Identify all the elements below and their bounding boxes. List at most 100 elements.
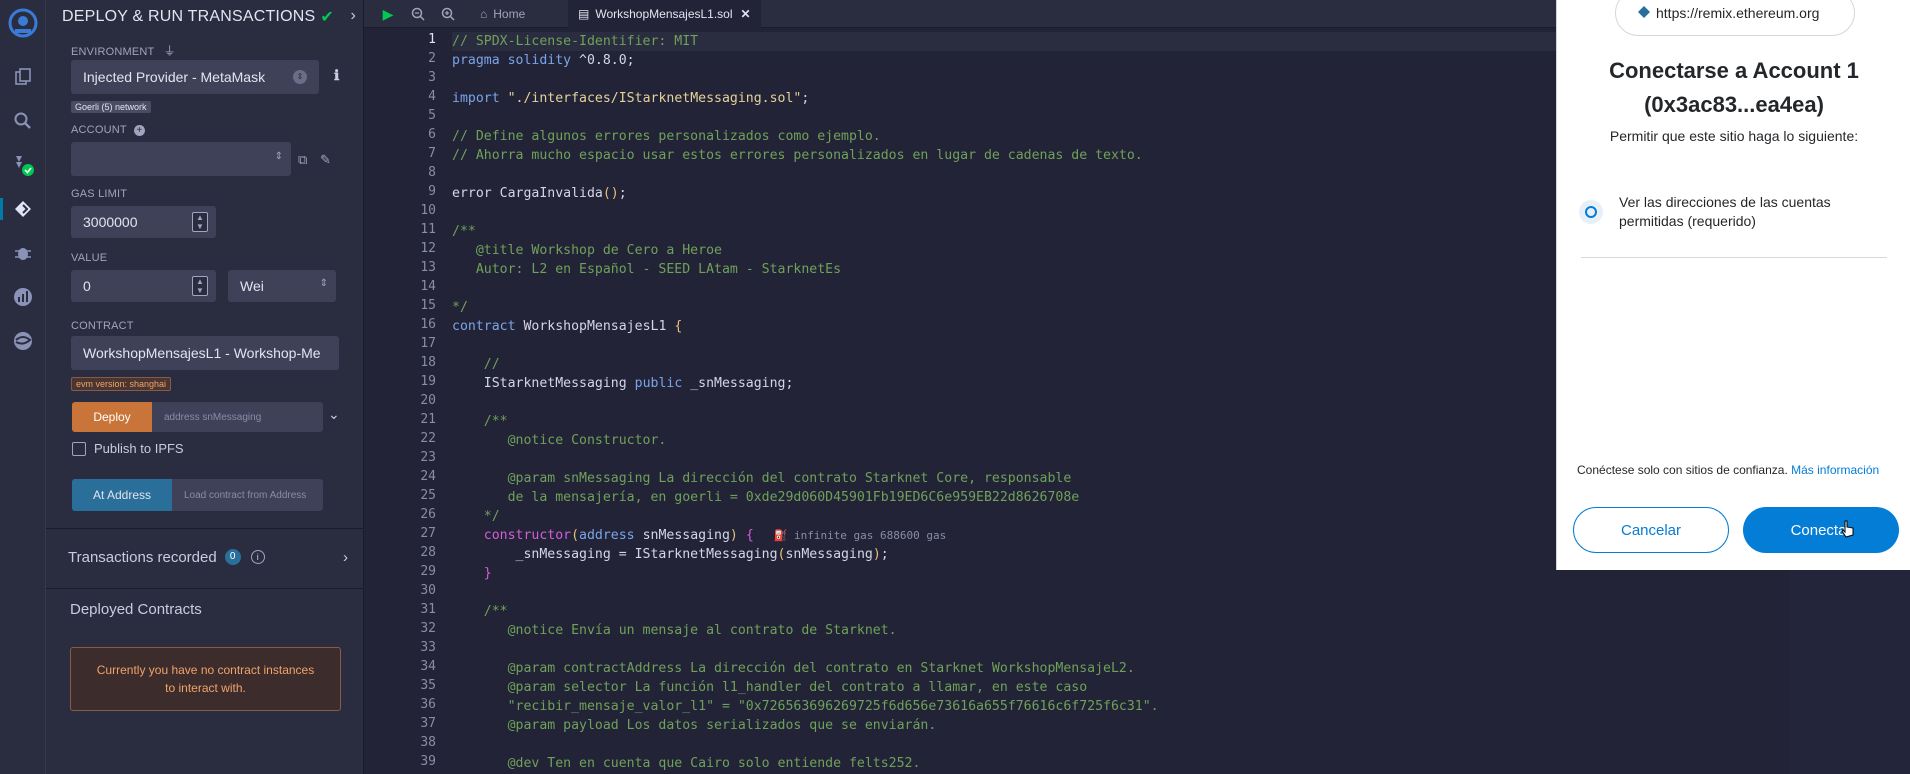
gas-limit-input[interactable]: 3000000 ▲ ▼ (71, 206, 216, 238)
code-line[interactable]: // (452, 355, 500, 374)
trust-text: Conéctese solo con sitios de confianza. (1577, 463, 1788, 477)
cancel-button[interactable]: Cancelar (1573, 507, 1729, 553)
stepper-icon[interactable]: ▲ ▼ (192, 212, 208, 232)
tab-file[interactable]: ▤ WorkshopMensajesL1.sol ✕ (568, 0, 761, 28)
add-account-icon[interactable]: + (133, 125, 145, 136)
code-token: { (745, 528, 754, 543)
code-line[interactable]: // SPDX-License-Identifier: MIT (452, 32, 698, 51)
value-unit-select[interactable]: Wei ⇕ (228, 270, 336, 302)
code-token: _snMessaging = IStarknetMessaging (452, 547, 778, 562)
line-number: 30 (420, 583, 436, 598)
chevron-right-icon[interactable]: › (343, 549, 348, 566)
analytics-icon[interactable] (8, 282, 38, 312)
code-token: WorkshopMensajesL1 (515, 319, 675, 334)
solidity-compiler-icon[interactable] (8, 150, 38, 180)
code-token: ; (880, 547, 889, 562)
code-token: "recibir_mensaje_valor_l1" = "0x72656369… (452, 699, 1159, 714)
permission-text: Ver las direcciones de las cuentas permi… (1619, 194, 1831, 229)
line-number: 39 (420, 754, 436, 769)
divider (46, 588, 364, 589)
code-token: ( (571, 528, 580, 543)
at-address-button[interactable]: At Address (72, 479, 172, 511)
close-icon[interactable]: ✕ (741, 7, 751, 21)
more-info-link[interactable]: Más información (1791, 463, 1879, 477)
edit-icon[interactable]: ✎ (320, 152, 331, 168)
code-line[interactable]: */ (452, 298, 468, 317)
run-script-icon[interactable]: ▶ (378, 4, 398, 24)
code-line[interactable]: */ (452, 507, 500, 526)
chevron-right-icon[interactable]: › (350, 7, 356, 25)
line-number: 12 (420, 241, 436, 256)
code-line[interactable]: pragma solidity ^0.8.0; (452, 51, 635, 70)
info-icon[interactable]: i (250, 550, 265, 564)
no-instances-alert: Currently you have no contract instances… (70, 647, 341, 711)
code-token: @notice Envía un mensaje al contrato de … (452, 623, 897, 638)
code-line[interactable]: @param payload Los datos serializados qu… (452, 716, 937, 735)
code-line[interactable]: @notice Envía un mensaje al contrato de … (452, 621, 897, 640)
code-token: */ (452, 509, 500, 524)
environment-select[interactable]: Injected Provider - MetaMask ⇕ (71, 60, 319, 94)
zoom-out-icon[interactable] (408, 4, 428, 24)
contract-select[interactable]: WorkshopMensajesL1 - Workshop-Me (71, 336, 339, 370)
code-line[interactable]: "recibir_mensaje_valor_l1" = "0x72656369… (452, 697, 1159, 716)
deploy-constructor-input[interactable]: address snMessaging (152, 402, 323, 432)
code-line[interactable]: de la mensajería, en goerli = 0xde29d060… (452, 488, 1080, 507)
code-line[interactable]: contract WorkshopMensajesL1 { (452, 317, 682, 336)
code-line[interactable]: @param selector La función l1_handler de… (452, 678, 1088, 697)
code-line[interactable]: @dev Ten en cuenta que Cairo solo entien… (452, 754, 921, 773)
line-number: 38 (420, 735, 436, 750)
code-line[interactable]: _snMessaging = IStarknetMessaging(snMess… (452, 545, 889, 564)
code-line[interactable]: @notice Constructor. (452, 431, 667, 450)
code-line[interactable]: // Ahorra mucho espacio usar estos error… (452, 146, 1143, 165)
publish-ipfs-checkbox[interactable] (72, 442, 86, 456)
transactions-recorded-row[interactable]: Transactions recorded 0 i › (68, 545, 348, 569)
code-line[interactable]: error CargaInvalida(); (452, 184, 627, 203)
line-number: 13 (420, 260, 436, 275)
stepper-icon[interactable]: ▲ ▼ (192, 276, 208, 296)
code-token: constructor (452, 528, 572, 543)
environment-value: Injected Provider - MetaMask (83, 69, 266, 85)
home-icon: ⌂ (480, 7, 488, 21)
remix-logo-icon[interactable] (6, 6, 40, 40)
tab-home[interactable]: ⌂ Home (470, 0, 535, 28)
plugin-icon[interactable] (8, 326, 38, 356)
site-url: https://remix.ethereum.org (1656, 5, 1820, 21)
code-line[interactable]: IStarknetMessaging public _snMessaging; (452, 374, 794, 393)
code-line[interactable]: /** (452, 602, 508, 621)
code-token: @param snMessaging La dirección del cont… (452, 471, 1072, 486)
line-number: 24 (420, 469, 436, 484)
code-token: @param contractAddress La dirección del … (452, 661, 1135, 676)
code-line[interactable]: } (452, 564, 492, 583)
code-token: @notice Constructor. (452, 433, 667, 448)
search-icon[interactable] (8, 106, 38, 136)
line-number: 25 (420, 488, 436, 503)
code-line[interactable]: Autor: L2 en Español - SEED LAtam - Star… (452, 260, 841, 279)
code-line[interactable]: @title Workshop de Cero a Heroe (452, 241, 722, 260)
value-input[interactable]: 0 ▲ ▼ (71, 270, 216, 302)
line-number: 8 (428, 165, 436, 180)
debugger-icon[interactable] (8, 238, 38, 268)
code-line[interactable]: import "./interfaces/IStarknetMessaging.… (452, 89, 809, 108)
copy-icon[interactable]: ⧉ (298, 152, 307, 168)
file-explorer-icon[interactable] (8, 62, 38, 92)
zoom-in-icon[interactable] (438, 4, 458, 24)
line-number: 6 (428, 127, 436, 142)
line-number: 5 (428, 108, 436, 123)
code-line[interactable]: /** (452, 222, 476, 241)
account-select[interactable]: ⇕ (71, 142, 291, 176)
connect-button[interactable]: Conectar (1743, 507, 1899, 553)
deploy-run-icon[interactable] (0, 194, 38, 224)
code-token: // SPDX-License-Identifier: MIT (452, 34, 699, 49)
at-address-input[interactable]: Load contract from Address (172, 479, 323, 511)
code-line[interactable]: @param contractAddress La dirección del … (452, 659, 1135, 678)
dialog-title-line1: Conectarse a Account 1 (1609, 58, 1859, 83)
code-line[interactable]: @param snMessaging La dirección del cont… (452, 469, 1072, 488)
site-url-pill: https://remix.ethereum.org (1615, 0, 1855, 36)
code-line[interactable]: /** (452, 412, 508, 431)
info-icon[interactable]: ℹ (334, 67, 339, 84)
line-number: 32 (420, 621, 436, 636)
code-line[interactable]: constructor(address snMessaging) { ⛽ inf… (452, 526, 947, 545)
chevron-down-icon[interactable]: ⌄ (328, 406, 340, 423)
deploy-button[interactable]: Deploy (72, 402, 152, 432)
code-line[interactable]: // Define algunos errores personalizados… (452, 127, 881, 146)
